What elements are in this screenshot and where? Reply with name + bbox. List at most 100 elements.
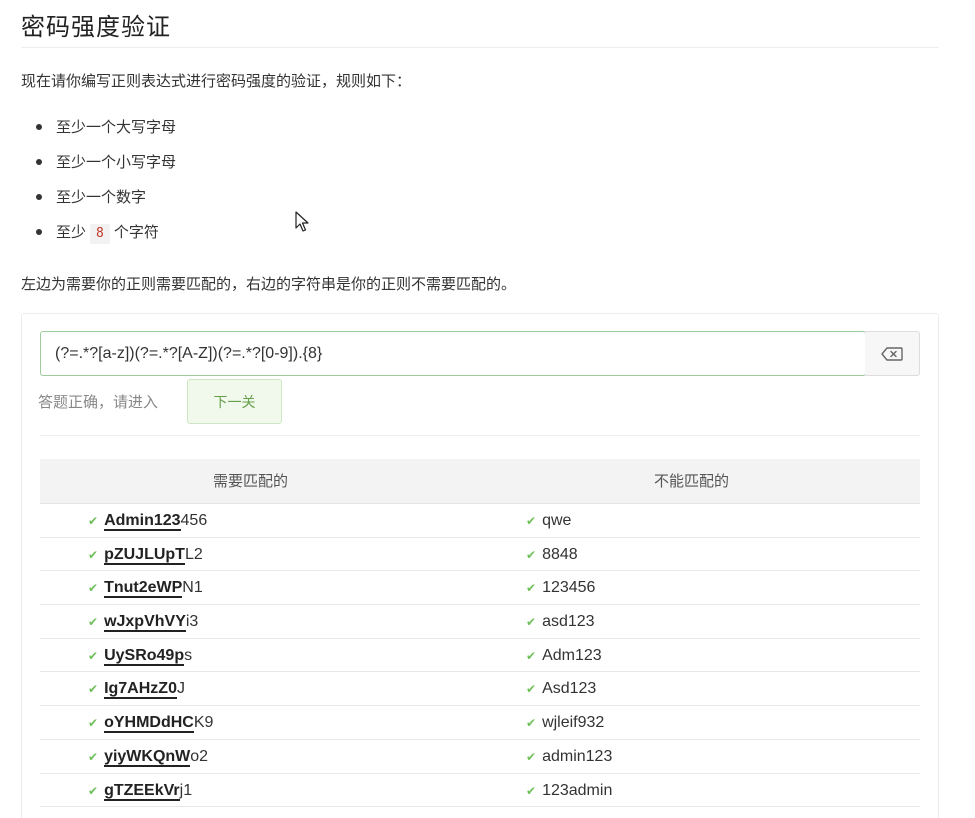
table-row: ✔ UySRo49ps ✔ Adm123 [40,639,920,673]
nonmatch-text: Adm123 [542,646,602,664]
check-icon: ✔ [526,749,537,764]
nonmatch-case: ✔ Adm123 [526,639,602,673]
check-icon: ✔ [88,682,99,697]
match-case: ✔ Admin123456 [88,504,207,538]
rule-suffix: 个字符 [113,223,159,241]
nonmatch-text: asd123 [542,613,595,631]
check-icon: ✔ [88,514,99,528]
regex-input[interactable]: (?=.*?[a-z])(?=.*?[A-Z])(?=.*?[0-9]).{8} [40,331,866,376]
nonmatch-text: admin123 [542,747,613,765]
check-icon: ✔ [526,547,537,562]
rule-item: 至少 8 个字符 [36,217,176,252]
rule-prefix: 至少 [56,223,87,241]
check-icon: ✔ [526,615,537,630]
nonmatch-case: ✔ admin123 [526,740,612,774]
unmatched-part: 456 [180,512,208,529]
rule-list: 至少一个大写字母 至少一个小写字母 至少一个数字 至少 8 个字符 [36,112,176,252]
header-should-match: 需要匹配的 [213,472,289,490]
table-row: ✔ pZUJLUpTL2 ✔ 8848 [40,538,920,572]
check-icon: ✔ [88,547,99,562]
rule-item: 至少一个大写字母 [36,112,176,147]
nonmatch-case: ✔ 123456 [526,571,595,605]
table-row: ✔ Tnut2eWPN1 ✔ 123456 [40,571,920,606]
match-case: ✔ oYHMDdHCK9 [88,706,213,740]
title-divider [21,47,939,48]
matched-part: Admin123 [104,512,181,531]
clear-button[interactable] [865,331,920,376]
unmatched-part: o2 [190,747,209,765]
test-table: ✔ Admin123456 ✔ qwe ✔ pZUJLUpTL2 ✔ 8848 ✔ Tnu… [40,504,920,808]
unmatched-part: K9 [193,714,214,732]
match-case: ✔ UySRo49ps [88,639,192,673]
unmatched-part: J [176,680,185,698]
matched-part: wJxpVhVY [104,613,186,633]
matched-part: oYHMDdHC [104,714,194,734]
table-row: ✔ gTZEEkVrj1 ✔ 123admin [40,774,920,808]
check-icon: ✔ [526,514,537,528]
unmatched-part: N1 [182,579,203,597]
matched-part: Tnut2eWP [104,579,183,599]
check-icon: ✔ [88,581,99,596]
rule-text: 至少一个大写字母 [56,118,177,136]
check-icon: ✔ [88,783,99,798]
unmatched-part: s [184,646,193,664]
instruction-note: 左边为需要你的正则需要匹配的，右边的字符串是你的正则不需要匹配的。 [21,275,517,293]
rule-item: 至少一个数字 [36,182,176,217]
mouse-cursor-icon [295,211,309,232]
match-case: ✔ pZUJLUpTL2 [88,538,203,572]
check-icon: ✔ [88,749,99,764]
nonmatch-case: ✔ asd123 [526,605,595,639]
bullet-icon [36,194,42,200]
match-case: ✔ Ig7AHzZ0J [88,672,185,706]
match-case: ✔ Tnut2eWPN1 [88,571,203,605]
check-icon: ✔ [526,783,537,798]
table-row: ✔ wJxpVhVYi3 ✔ asd123 [40,605,920,639]
bullet-icon [36,159,42,165]
nonmatch-case: ✔ Asd123 [526,672,596,706]
matched-part: Ig7AHzZ0 [104,680,177,700]
unmatched-part: i3 [185,613,199,631]
next-level-button[interactable]: 下一关 [187,379,282,424]
nonmatch-text: wjleif932 [542,714,605,732]
inline-code: 8 [90,224,110,244]
bullet-icon [36,124,42,130]
check-icon: ✔ [526,648,537,663]
nonmatch-case: ✔ qwe [526,504,571,538]
check-icon: ✔ [88,615,99,630]
match-case: ✔ gTZEEkVrj1 [88,774,192,808]
table-row: ✔ Admin123456 ✔ qwe [40,504,920,538]
table-header: 需要匹配的 不能匹配的 [40,459,920,504]
header-should-not-match: 不能匹配的 [654,472,730,490]
match-case: ✔ yiyWKQnWo2 [88,740,208,774]
nonmatch-text: 123admin [542,781,613,799]
nonmatch-text: Asd123 [542,680,597,698]
bullet-icon [36,229,42,235]
result-message: 答题正确，请进入 [38,393,159,411]
nonmatch-case: ✔ 8848 [526,538,578,572]
unmatched-part: L2 [184,545,203,563]
matched-part: pZUJLUpT [104,545,185,565]
intro-text: 现在请你编写正则表达式进行密码强度的验证，规则如下： [21,72,412,90]
rule-item: 至少一个小写字母 [36,147,176,182]
matched-part: yiyWKQnW [104,747,191,767]
table-row: ✔ yiyWKQnWo2 ✔ admin123 [40,740,920,774]
page-title: 密码强度验证 [21,13,171,41]
backspace-icon [881,346,903,361]
rule-text: 至少一个数字 [56,188,147,206]
matched-part: gTZEEkVr [104,781,180,801]
check-icon: ✔ [526,716,537,731]
check-icon: ✔ [88,716,99,731]
unmatched-part: j1 [179,781,193,799]
table-row: ✔ oYHMDdHCK9 ✔ wjleif932 [40,706,920,740]
check-icon: ✔ [526,682,537,697]
match-case: ✔ wJxpVhVYi3 [88,605,198,639]
nonmatch-case: ✔ 123admin [526,774,612,808]
nonmatch-text: 8848 [542,545,578,563]
table-row: ✔ Ig7AHzZ0J ✔ Asd123 [40,672,920,707]
section-divider [40,435,920,436]
nonmatch-text: 123456 [542,579,596,597]
matched-part: UySRo49p [104,646,185,666]
check-icon: ✔ [88,648,99,663]
check-icon: ✔ [526,581,537,596]
nonmatch-text: qwe [542,512,572,529]
